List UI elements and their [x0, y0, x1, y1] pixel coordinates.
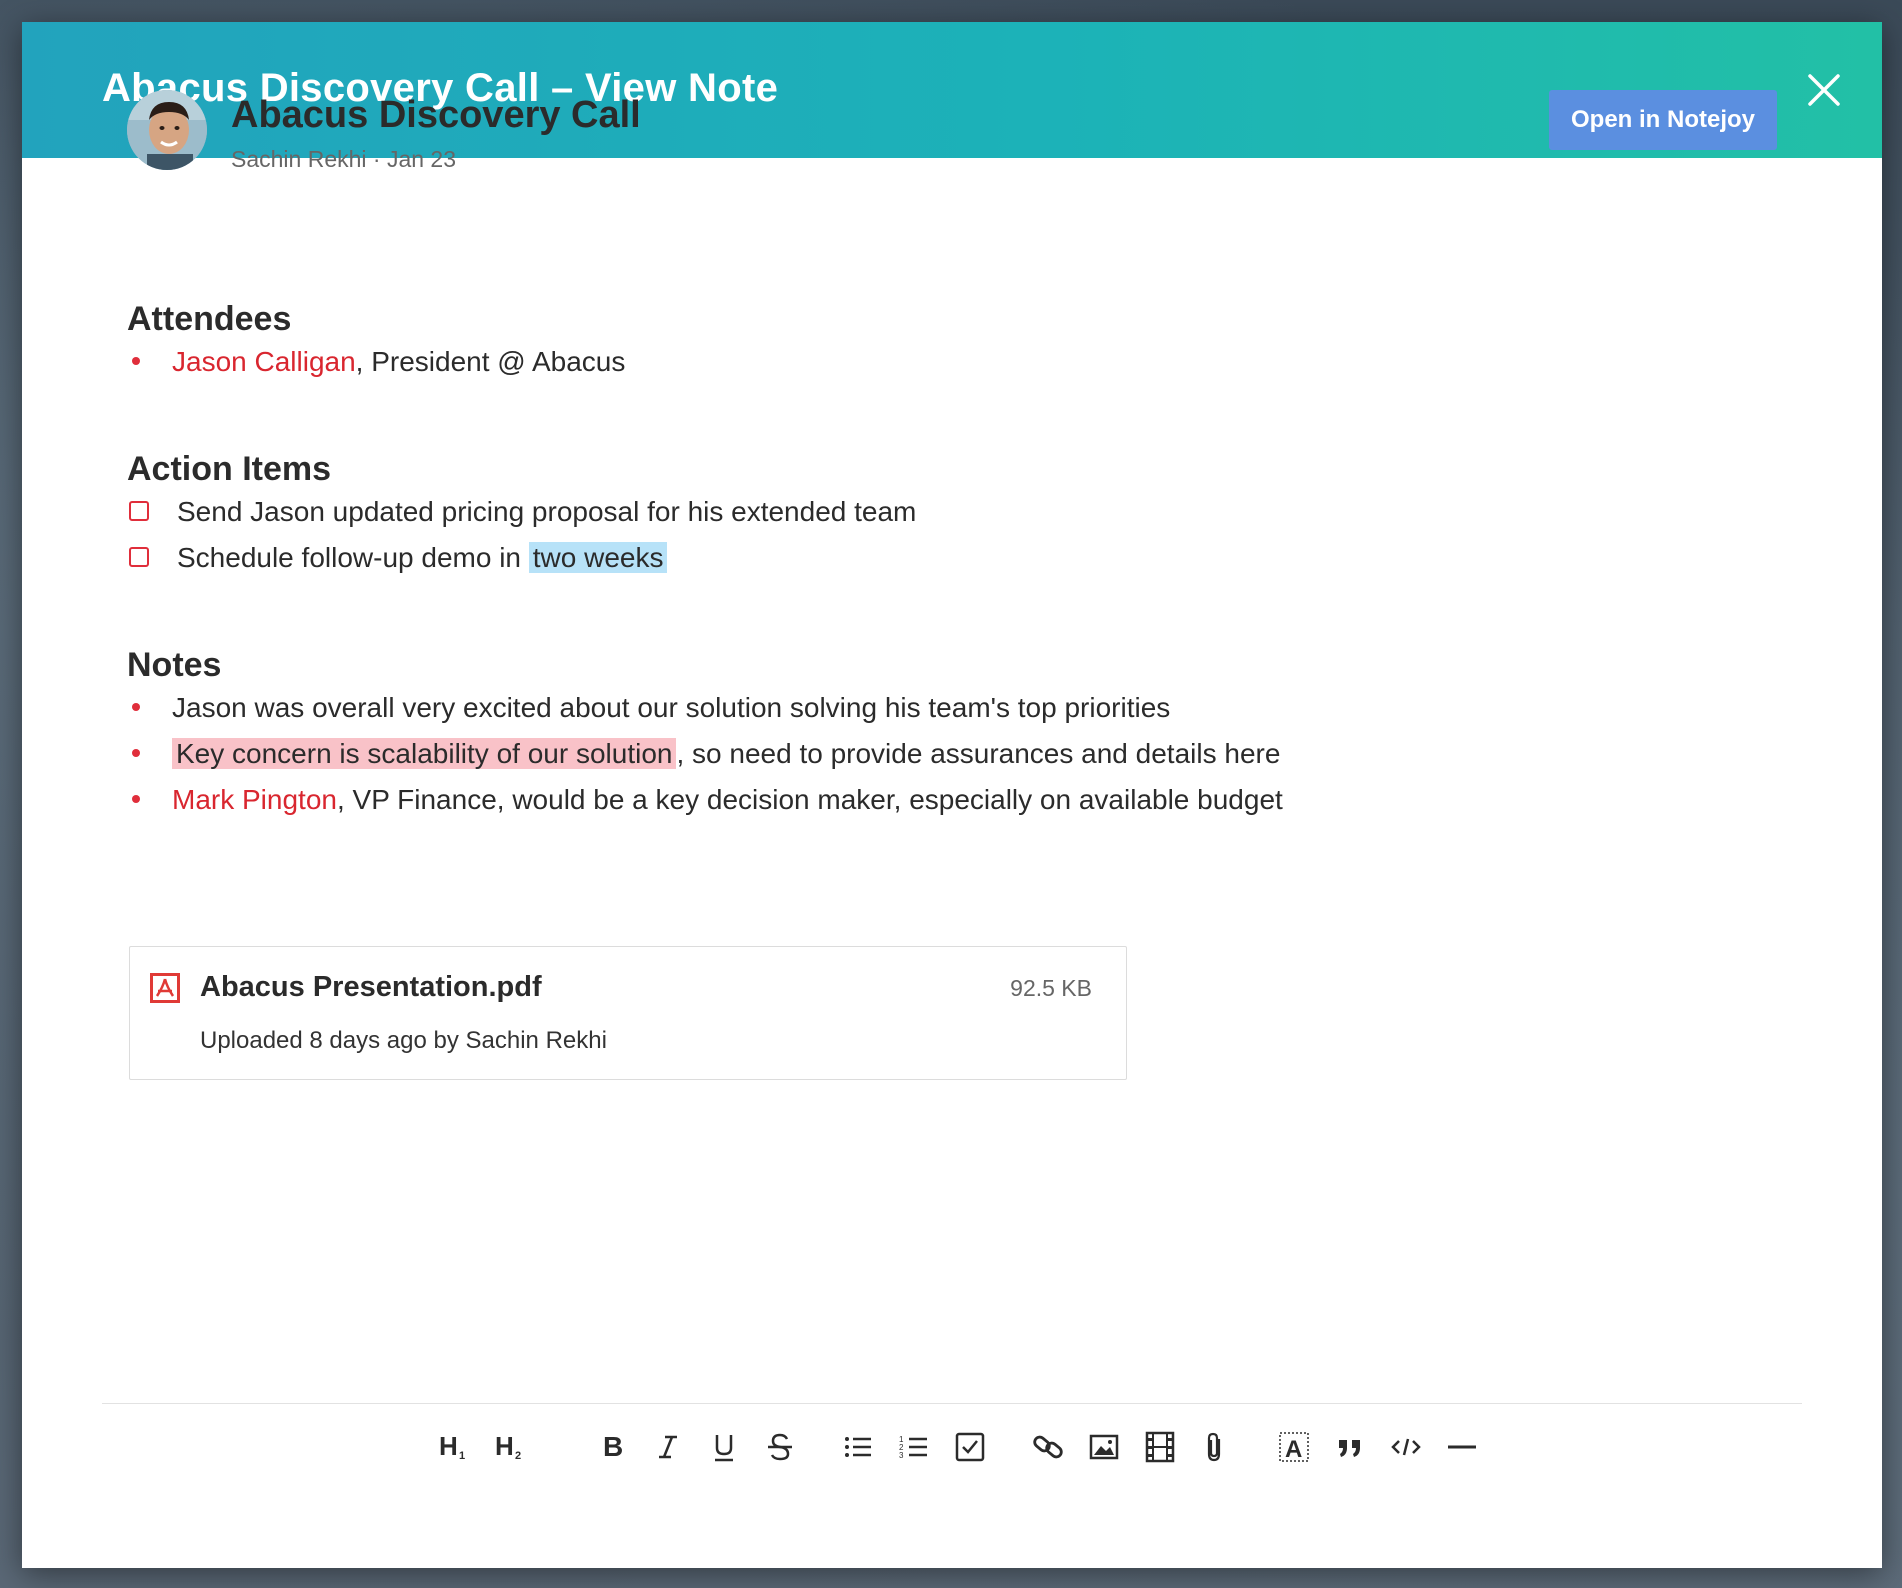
close-icon — [1808, 74, 1840, 106]
highlighted-text: two weeks — [528, 542, 668, 573]
list-item-text: , President @ Abacus — [355, 346, 626, 377]
quote-button[interactable] — [1328, 1420, 1372, 1474]
attachment-name[interactable]: Abacus Presentation.pdf — [200, 971, 542, 1004]
bulleted-list-icon — [845, 1437, 871, 1457]
paperclip-icon — [1207, 1432, 1221, 1462]
image-button[interactable] — [1082, 1420, 1126, 1474]
strikethrough-button[interactable] — [758, 1420, 802, 1474]
checkbox[interactable] — [129, 546, 149, 567]
list-item: Mark Pington, VP Finance, would be a key… — [127, 780, 1283, 820]
svg-text:H: H — [439, 1431, 458, 1461]
italic-button[interactable] — [646, 1420, 690, 1474]
link-button[interactable] — [1026, 1420, 1070, 1474]
checklist-item: Send Jason updated pricing proposal for … — [127, 492, 916, 532]
strikethrough-icon — [768, 1433, 792, 1461]
underline-icon — [715, 1435, 733, 1462]
italic-icon — [659, 1435, 677, 1459]
svg-text:B: B — [603, 1431, 623, 1462]
close-button[interactable] — [1796, 62, 1852, 118]
attachment-upload-info: Uploaded 8 days ago by Sachin Rekhi — [200, 1027, 607, 1054]
horizontal-rule-button[interactable] — [1440, 1420, 1484, 1474]
list-item: Jason Calligan, President @ Abacus — [127, 342, 625, 382]
note-meta: Sachin Rekhi · Jan 23 — [231, 146, 457, 172]
action-items-heading: Action Items — [127, 450, 332, 488]
open-in-notejoy-button[interactable]: Open in Notejoy — [1549, 90, 1777, 150]
bullet-icon — [132, 702, 140, 711]
note-title: Abacus Discovery Call — [231, 94, 641, 136]
avatar — [127, 90, 207, 170]
checkbox[interactable] — [129, 500, 149, 521]
mention-link[interactable]: Jason Calligan — [172, 346, 356, 377]
video-button[interactable] — [1138, 1420, 1182, 1474]
svg-text:A: A — [1285, 1436, 1302, 1463]
numbered-list-button[interactable]: 123 — [892, 1420, 936, 1474]
film-icon — [1145, 1431, 1175, 1463]
svg-text:1: 1 — [459, 1450, 465, 1462]
attachment-size: 92.5 KB — [1010, 975, 1092, 1001]
clear-format-icon: A — [1279, 1432, 1309, 1463]
underline-button[interactable] — [702, 1420, 746, 1474]
mention-link[interactable]: Mark Pington — [172, 784, 337, 815]
code-button[interactable] — [1384, 1420, 1428, 1474]
bullet-icon — [132, 748, 140, 757]
checklist-item: Schedule follow-up demo in two weeks — [127, 538, 668, 578]
svg-text:H: H — [495, 1431, 514, 1461]
notes-heading: Notes — [127, 646, 222, 684]
image-icon — [1089, 1434, 1119, 1460]
bold-icon: B — [603, 1431, 623, 1462]
bold-button[interactable]: B — [590, 1420, 634, 1474]
attachment-card[interactable]: Abacus Presentation.pdf 92.5 KB Uploaded… — [129, 946, 1127, 1080]
heading-2-button[interactable]: H2 — [488, 1420, 532, 1474]
bulleted-list-button[interactable] — [836, 1420, 880, 1474]
list-item-text: , VP Finance, would be a key decision ma… — [336, 784, 1283, 815]
view-note-modal: Abacus Discovery Call – View Note Abacus… — [22, 22, 1882, 1568]
checklist-item-text: Schedule follow-up demo in — [177, 542, 529, 573]
list-item: Jason was overall very excited about our… — [127, 688, 1170, 728]
bullet-icon — [132, 356, 140, 365]
numbered-list-icon: 123 — [899, 1435, 927, 1460]
attach-file-button[interactable] — [1194, 1420, 1238, 1474]
list-item: Key concern is scalability of our soluti… — [127, 734, 1280, 774]
pdf-icon — [150, 973, 180, 1003]
checklist-item-text: Send Jason updated pricing proposal for … — [177, 496, 917, 527]
heading-2-icon: H2 — [495, 1431, 521, 1462]
horizontal-rule-icon — [1448, 1445, 1476, 1449]
link-icon — [1033, 1435, 1063, 1459]
note-header: Abacus Discovery Call Sachin Rekhi · Jan… — [127, 90, 1777, 172]
svg-text:3: 3 — [899, 1451, 904, 1460]
code-icon — [1391, 1438, 1421, 1456]
quote-icon — [1339, 1440, 1360, 1457]
bullet-icon — [132, 794, 140, 803]
clear-format-button[interactable]: A — [1272, 1420, 1316, 1474]
list-item-text: , so need to provide assurances and deta… — [676, 738, 1281, 769]
checkbox-icon — [955, 1432, 985, 1462]
formatting-toolbar: H1 H2 B 123 A — [22, 1420, 1882, 1474]
checklist-button[interactable] — [948, 1420, 992, 1474]
list-item-text: Jason was overall very excited about our… — [172, 692, 1171, 723]
toolbar-divider — [102, 1403, 1802, 1404]
attendees-heading: Attendees — [127, 300, 292, 338]
svg-text:2: 2 — [515, 1450, 521, 1462]
heading-1-icon: H1 — [439, 1431, 465, 1462]
highlighted-text: Key concern is scalability of our soluti… — [172, 738, 677, 769]
heading-1-button[interactable]: H1 — [432, 1420, 476, 1474]
